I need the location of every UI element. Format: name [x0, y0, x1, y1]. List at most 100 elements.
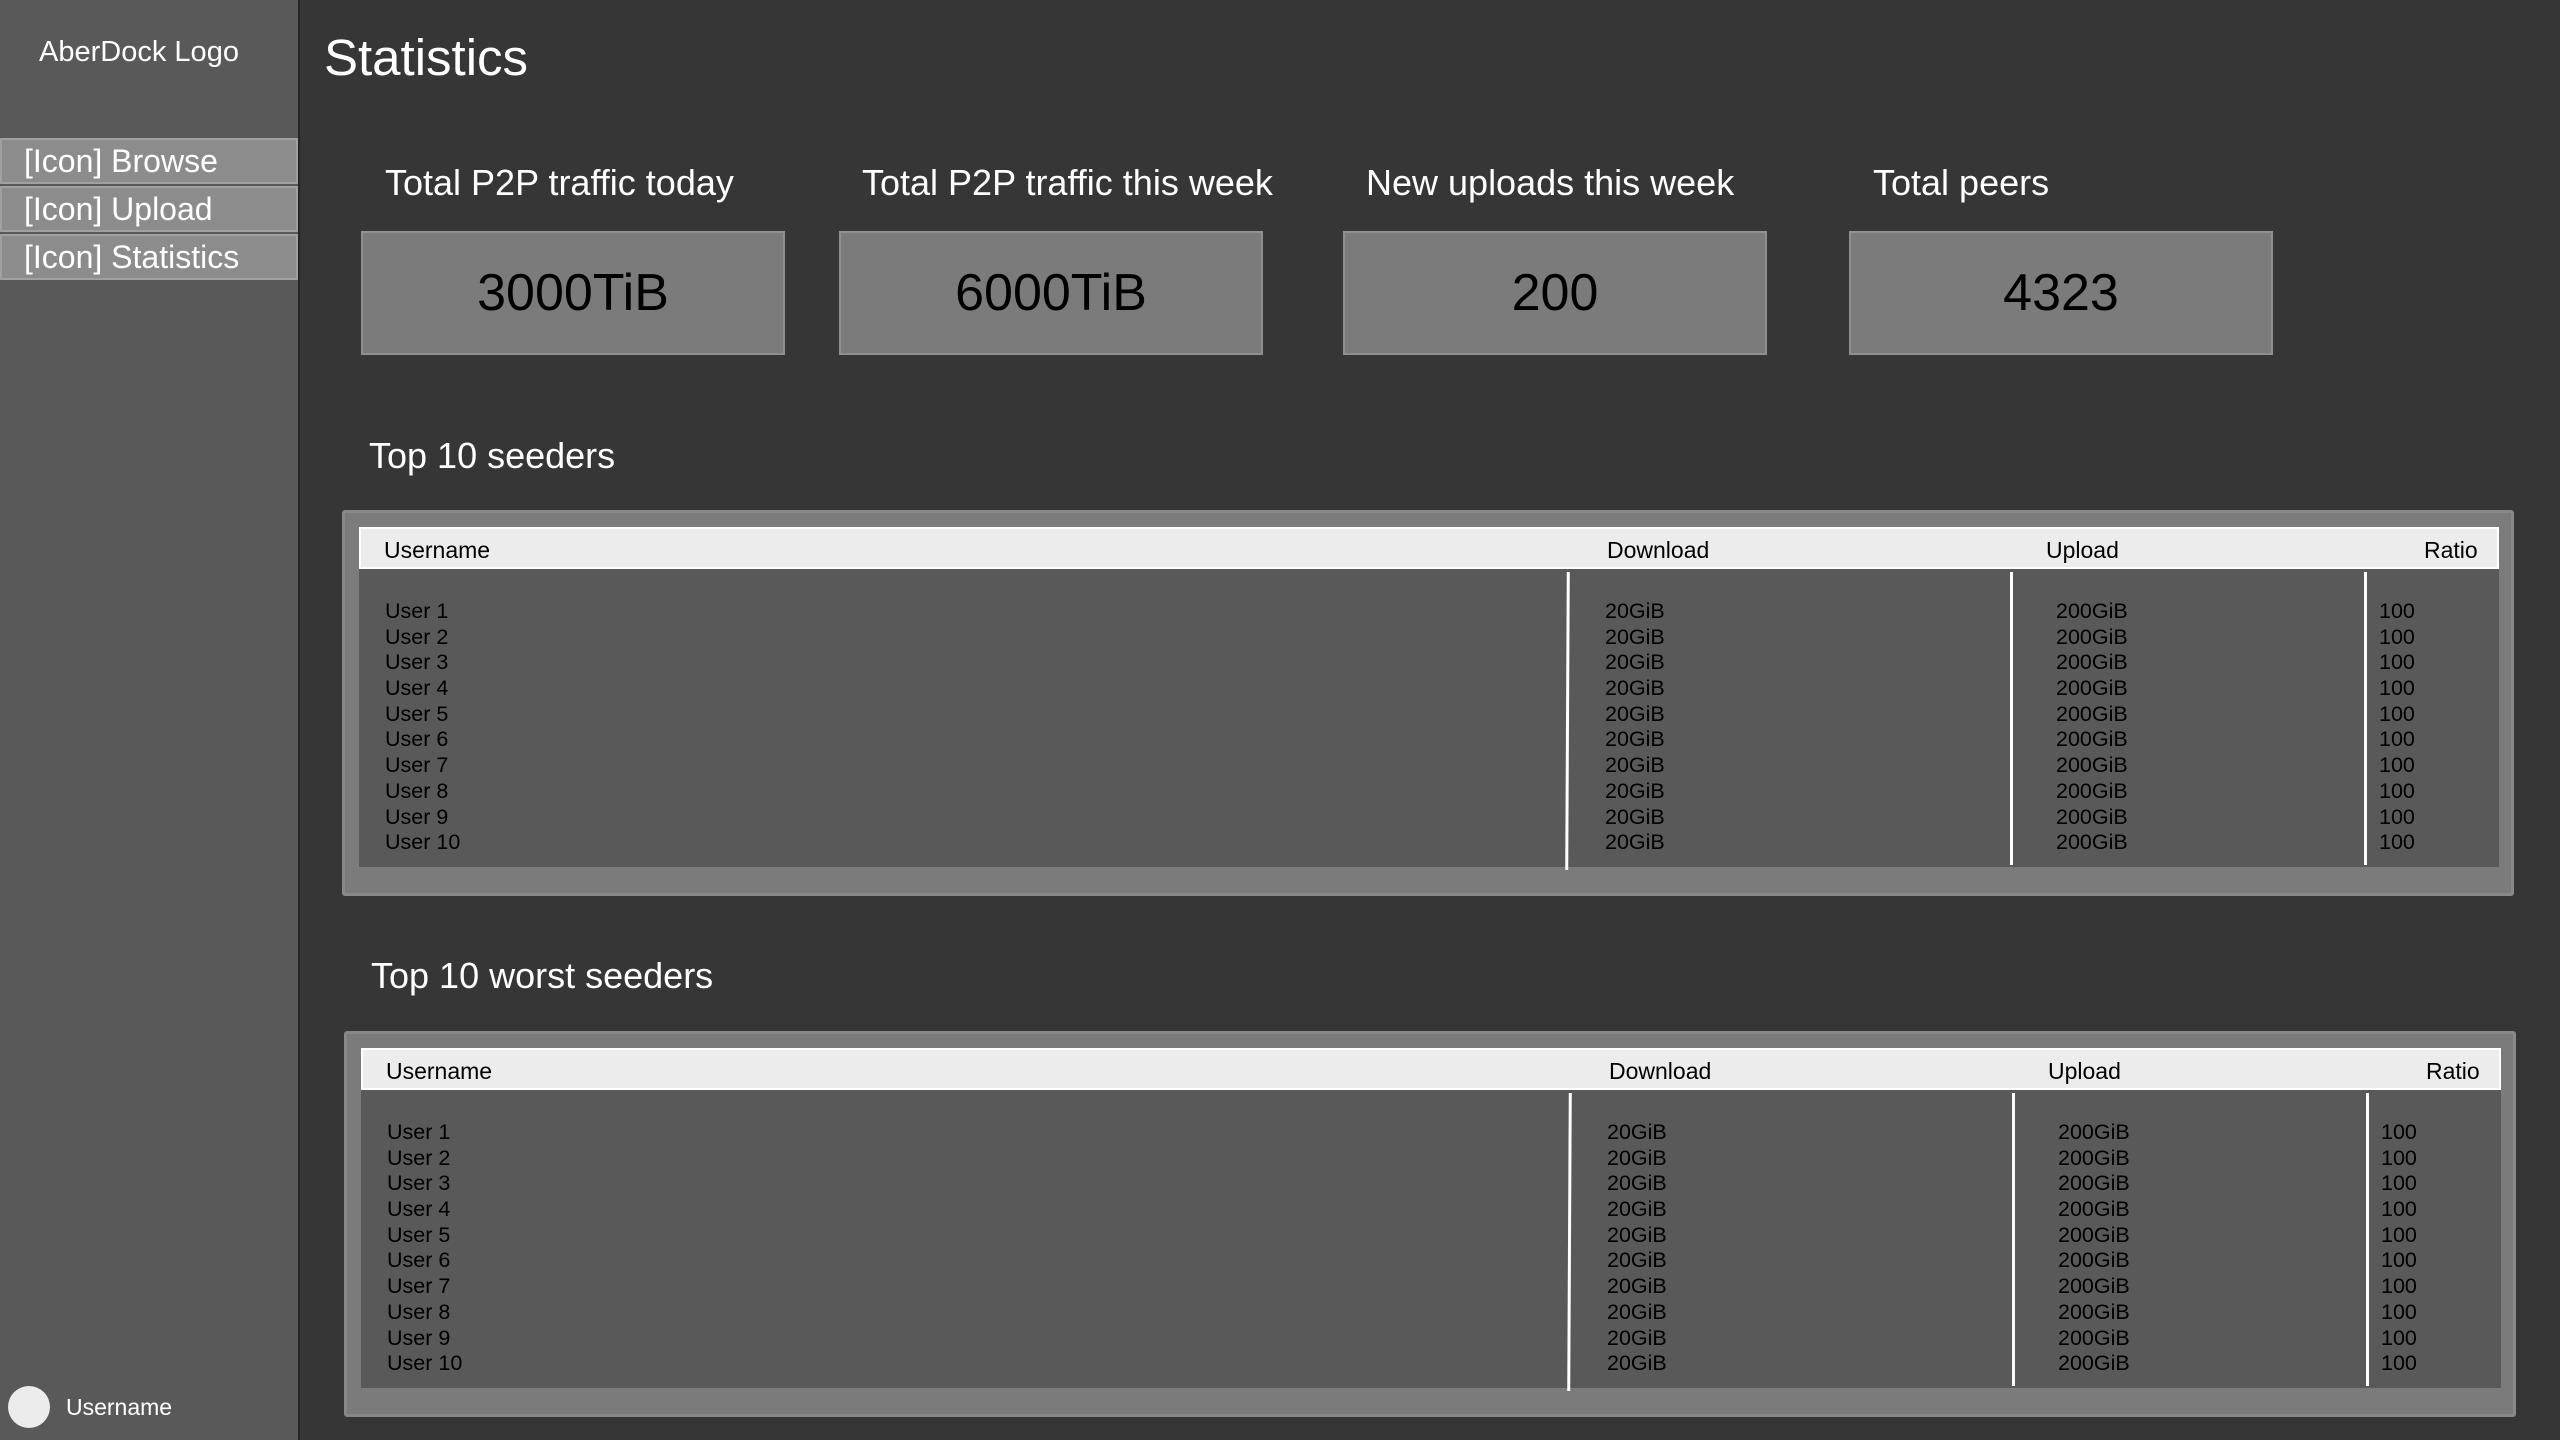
stat-value-traffic-week: 6000TiB — [839, 231, 1263, 355]
table-row-username[interactable]: User 8 — [385, 779, 460, 805]
table-row-username[interactable]: User 7 — [385, 753, 460, 779]
table-row-username[interactable]: User 6 — [387, 1248, 462, 1274]
table-row-username[interactable]: User 9 — [385, 805, 460, 831]
table-cell-upload: 200GiB — [2056, 778, 2128, 803]
stat-value-traffic-today: 3000TiB — [361, 231, 785, 355]
table-cell-upload: 200GiB — [2056, 624, 2128, 649]
download-column: 20GiB 20GiB 20GiB 20GiB 20GiB 20GiB 20Gi… — [1607, 1120, 1667, 1377]
table-cell-download: 20GiB — [1607, 1197, 1667, 1222]
username-column: User 1 User 2 User 3 User 4 User 5 User … — [385, 599, 460, 856]
table-row-username[interactable]: User 1 — [385, 599, 460, 625]
table-cell-upload: 200GiB — [2058, 1171, 2130, 1196]
table-cell-ratio: 100 — [2381, 1325, 2417, 1350]
column-divider — [2364, 572, 2367, 865]
table-cell-download: 20GiB — [1607, 1222, 1667, 1247]
column-header-download[interactable]: Download — [1607, 537, 1709, 564]
table-cell-ratio: 100 — [2379, 676, 2415, 701]
ratio-column: 100 100 100 100 100 100 100 100 100 100 — [2381, 1120, 2417, 1377]
stat-label-traffic-today: Total P2P traffic today — [385, 162, 734, 203]
table-row-username[interactable]: User 2 — [387, 1146, 462, 1172]
table-cell-upload: 200GiB — [2056, 804, 2128, 829]
table-row-username[interactable]: User 8 — [387, 1300, 462, 1326]
table-row-username[interactable]: User 9 — [387, 1326, 462, 1352]
table-cell-ratio: 100 — [2381, 1351, 2417, 1376]
table-cell-download: 20GiB — [1605, 650, 1665, 675]
table-cell-download: 20GiB — [1605, 701, 1665, 726]
table-cell-download: 20GiB — [1605, 778, 1665, 803]
table-row-username[interactable]: User 10 — [387, 1351, 462, 1377]
table-row-username[interactable]: User 4 — [385, 676, 460, 702]
table-row-username[interactable]: User 10 — [385, 830, 460, 856]
table-cell-ratio: 100 — [2379, 727, 2415, 752]
table-cell-upload: 200GiB — [2058, 1197, 2130, 1222]
column-header-upload[interactable]: Upload — [2046, 537, 2119, 564]
table-header: Username Download Upload Ratio — [359, 527, 2499, 569]
table-cell-upload: 200GiB — [2058, 1145, 2130, 1170]
table-row-username[interactable]: User 1 — [387, 1120, 462, 1146]
download-column: 20GiB 20GiB 20GiB 20GiB 20GiB 20GiB 20Gi… — [1605, 599, 1665, 856]
table-row-username[interactable]: User 7 — [387, 1274, 462, 1300]
table-cell-ratio: 100 — [2381, 1299, 2417, 1324]
table-cell-download: 20GiB — [1605, 753, 1665, 778]
table-row-username[interactable]: User 3 — [387, 1171, 462, 1197]
table-cell-ratio: 100 — [2381, 1222, 2417, 1247]
table-cell-download: 20GiB — [1607, 1299, 1667, 1324]
table-row-username[interactable]: User 2 — [385, 625, 460, 651]
upload-column: 200GiB 200GiB 200GiB 200GiB 200GiB 200Gi… — [2056, 599, 2128, 856]
avatar[interactable] — [8, 1386, 50, 1428]
sidebar: AberDock Logo [Icon] Browse [Icon] Uploa… — [0, 0, 300, 1440]
table-cell-download: 20GiB — [1607, 1145, 1667, 1170]
page-title: Statistics — [324, 29, 529, 86]
table-body: Username Download Upload Ratio User 1 Us… — [361, 1048, 2501, 1392]
column-divider — [2012, 1093, 2015, 1386]
table-cell-download: 20GiB — [1607, 1171, 1667, 1196]
table-cell-download: 20GiB — [1605, 676, 1665, 701]
table-cell-ratio: 100 — [2381, 1197, 2417, 1222]
sidebar-item-browse[interactable]: [Icon] Browse — [0, 138, 298, 184]
stat-label-total-peers: Total peers — [1873, 162, 2050, 203]
table-row-username[interactable]: User 5 — [387, 1223, 462, 1249]
table-cell-download: 20GiB — [1605, 599, 1665, 623]
table-row-username[interactable]: User 4 — [387, 1197, 462, 1223]
sidebar-item-statistics[interactable]: [Icon] Statistics — [0, 234, 298, 280]
table-cell-ratio: 100 — [2379, 624, 2415, 649]
column-header-ratio[interactable]: Ratio — [2424, 537, 2478, 564]
table-row-username[interactable]: User 6 — [385, 727, 460, 753]
section-title-worst-seeders: Top 10 worst seeders — [371, 955, 714, 996]
table-cell-ratio: 100 — [2379, 599, 2415, 623]
top-seeders-table: Username Download Upload Ratio User 1 Us… — [342, 510, 2514, 896]
column-header-upload[interactable]: Upload — [2048, 1058, 2121, 1085]
table-cell-upload: 200GiB — [2058, 1222, 2130, 1247]
column-header-username[interactable]: Username — [384, 537, 490, 564]
table-row-username[interactable]: User 3 — [385, 650, 460, 676]
column-header-download[interactable]: Download — [1609, 1058, 1711, 1085]
table-cell-ratio: 100 — [2379, 753, 2415, 778]
table-cell-upload: 200GiB — [2058, 1325, 2130, 1350]
table-header: Username Download Upload Ratio — [361, 1048, 2501, 1090]
column-header-username[interactable]: Username — [386, 1058, 492, 1085]
table-cell-ratio: 100 — [2379, 778, 2415, 803]
table-cell-upload: 200GiB — [2056, 650, 2128, 675]
table-cell-upload: 200GiB — [2058, 1274, 2130, 1299]
column-divider — [1565, 571, 1570, 871]
table-row-username[interactable]: User 5 — [385, 702, 460, 728]
table-cell-ratio: 100 — [2381, 1145, 2417, 1170]
table-cell-ratio: 100 — [2381, 1248, 2417, 1273]
logo: AberDock Logo — [39, 36, 239, 68]
upload-column: 200GiB 200GiB 200GiB 200GiB 200GiB 200Gi… — [2058, 1120, 2130, 1377]
ratio-column: 100 100 100 100 100 100 100 100 100 100 — [2379, 599, 2415, 856]
table-cell-download: 20GiB — [1607, 1325, 1667, 1350]
worst-seeders-table: Username Download Upload Ratio User 1 Us… — [344, 1031, 2516, 1417]
stat-value-total-peers: 4323 — [1849, 231, 2273, 355]
app-window: AberDock Logo [Icon] Browse [Icon] Uploa… — [0, 0, 2560, 1440]
table-cell-download: 20GiB — [1605, 804, 1665, 829]
table-cell-ratio: 100 — [2381, 1171, 2417, 1196]
sidebar-item-upload[interactable]: [Icon] Upload — [0, 186, 298, 232]
username-column: User 1 User 2 User 3 User 4 User 5 User … — [387, 1120, 462, 1377]
table-cell-download: 20GiB — [1607, 1274, 1667, 1299]
column-header-ratio[interactable]: Ratio — [2426, 1058, 2480, 1085]
table-cell-upload: 200GiB — [2056, 676, 2128, 701]
table-cell-upload: 200GiB — [2058, 1351, 2130, 1376]
username-label[interactable]: Username — [66, 1394, 172, 1421]
table-cell-upload: 200GiB — [2056, 727, 2128, 752]
